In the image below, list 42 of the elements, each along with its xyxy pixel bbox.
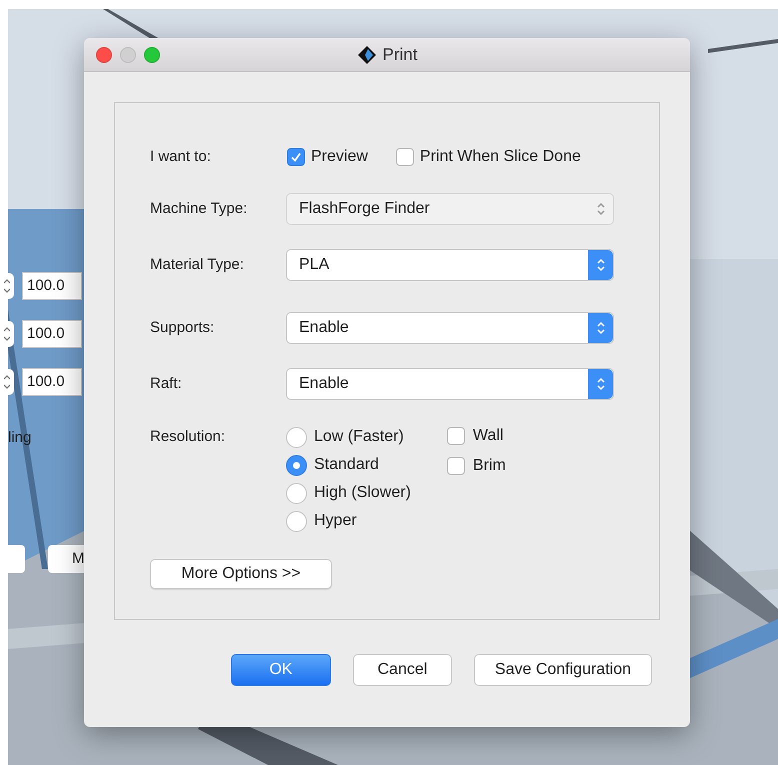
- minimize-button[interactable]: [120, 46, 136, 62]
- stepper-icon: [588, 250, 613, 280]
- radio-button[interactable]: [286, 454, 307, 476]
- close-button[interactable]: [96, 46, 112, 62]
- field-label: Raft:: [150, 374, 183, 394]
- select-field[interactable]: Enable: [286, 312, 614, 344]
- checkbox-label: Brim: [472, 456, 506, 476]
- stepper-icon: [588, 313, 613, 343]
- checkbox[interactable]: [446, 457, 465, 475]
- radio-button[interactable]: [286, 510, 307, 532]
- checkbox-label: Print When Slice Done: [420, 147, 581, 167]
- radio-button[interactable]: [286, 426, 307, 448]
- stepper-icon: [588, 369, 613, 399]
- field-label: Supports:: [150, 318, 216, 338]
- radio-label: Low (Faster): [314, 427, 404, 447]
- radio-label: Standard: [314, 455, 379, 475]
- app-logo-icon: [356, 44, 377, 64]
- field-label: Material Type:: [150, 254, 245, 275]
- checkbox[interactable]: [287, 148, 305, 166]
- radio-label: High (Slower): [314, 483, 411, 503]
- field-label: Resolution:: [150, 427, 226, 447]
- number-field[interactable]: 100.0: [22, 320, 82, 348]
- stepper-icon: [596, 201, 606, 217]
- dialog-button[interactable]: Save Configuration: [474, 654, 652, 686]
- field-label: Machine Type:: [150, 198, 248, 219]
- radio-button[interactable]: [286, 482, 307, 504]
- number-field[interactable]: 100.0: [22, 272, 82, 300]
- select-field[interactable]: PLA: [286, 249, 614, 281]
- more-options-button[interactable]: More Options >>: [150, 559, 332, 589]
- checkbox[interactable]: [446, 427, 465, 445]
- select-field[interactable]: Enable: [286, 368, 614, 400]
- checkbox-label: Preview: [311, 147, 368, 167]
- checkbox-label: Wall: [472, 426, 504, 446]
- zoom-button[interactable]: [144, 46, 160, 62]
- number-field[interactable]: 100.0: [22, 368, 82, 396]
- radio-label: Hyper: [314, 511, 357, 531]
- window-title: Print: [382, 44, 418, 66]
- field-label: I want to:: [150, 146, 212, 167]
- checkmark-icon: [290, 151, 302, 163]
- label: ling: [8, 428, 32, 448]
- checkbox[interactable]: [396, 148, 414, 166]
- dialog-button[interactable]: Cancel: [352, 654, 452, 686]
